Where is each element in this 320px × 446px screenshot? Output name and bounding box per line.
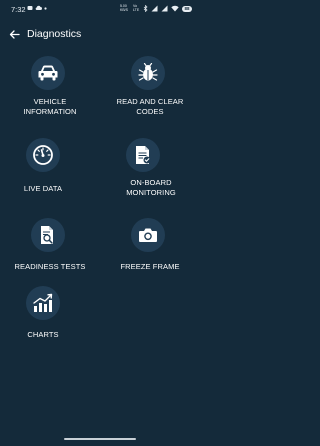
status-bar: 7:32 5.00 KB/S Vo LTE 88: [0, 0, 200, 18]
notification-icon: [27, 6, 33, 10]
tile-label: READINESS TESTS: [2, 262, 98, 272]
camera-icon: [139, 228, 157, 242]
tile-label-line: FREEZE FRAME: [120, 262, 180, 271]
tile-label-line: READ AND CLEAR: [116, 97, 184, 106]
back-arrow-icon: [9, 29, 20, 39]
cloud-icon: [35, 5, 42, 10]
tile-label-line: ON-BOARD: [130, 178, 172, 187]
status-time: 7:32: [11, 5, 26, 14]
car-icon: [38, 65, 58, 81]
tile-on-board-monitoring[interactable]: ON-BOARD MONITORING: [100, 134, 200, 204]
data-speed-icon: 5.00 KB/S: [120, 4, 128, 12]
gauge-icon: [33, 145, 53, 165]
volte-icon: Vo LTE: [133, 4, 140, 12]
tile-vehicle-information[interactable]: VEHICLE INFORMATION: [0, 52, 100, 122]
icon-circle: [26, 138, 60, 172]
tile-label-line: READINESS TESTS: [14, 262, 86, 271]
tile-label: CHARTS: [0, 330, 91, 340]
signal-icon: [151, 5, 158, 12]
tile-label-line: VEHICLE: [33, 97, 67, 106]
tile-label-line: INFORMATION: [23, 107, 77, 116]
tile-readiness-tests[interactable]: READINESS TESTS: [0, 216, 100, 276]
tile-label: VEHICLE INFORMATION: [2, 97, 98, 117]
app-bar: Diagnostics: [0, 22, 200, 48]
tile-live-data[interactable]: LIVE DATA: [0, 134, 100, 204]
wifi-icon: [171, 5, 179, 12]
icon-circle: [126, 138, 160, 172]
tile-label: READ AND CLEAR CODES: [102, 97, 198, 117]
back-button[interactable]: [6, 26, 22, 42]
signal-icon: [161, 5, 168, 12]
tile-label-line: MONITORING: [126, 188, 176, 197]
tile-label: FREEZE FRAME: [102, 262, 198, 272]
tile-label: ON-BOARD MONITORING: [103, 178, 199, 198]
home-indicator[interactable]: [64, 438, 136, 440]
icon-circle: [131, 218, 165, 252]
icon-circle: [31, 218, 65, 252]
tile-freeze-frame[interactable]: FREEZE FRAME: [100, 216, 200, 276]
icon-circle: [26, 286, 60, 320]
status-left-icons: [27, 5, 47, 11]
tile-read-and-clear-codes[interactable]: READ AND CLEAR CODES: [100, 52, 200, 122]
dot-icon: [44, 6, 47, 10]
bar-chart-icon: [33, 293, 53, 312]
tile-label-line: LIVE DATA: [23, 184, 63, 193]
bluetooth-icon: [143, 5, 148, 12]
tile-label-line: CODES: [136, 107, 164, 116]
page-title: Diagnostics: [27, 28, 82, 40]
icon-circle: [31, 56, 65, 90]
icon-circle: [131, 56, 165, 90]
battery-icon: 88: [182, 5, 192, 12]
tile-label: LIVE DATA: [0, 184, 91, 194]
document-search-icon: [41, 226, 53, 244]
bug-icon: [138, 63, 158, 81]
document-check-icon: [136, 146, 151, 164]
tile-label-line: CHARTS: [27, 330, 59, 339]
status-right-icons: 5.00 KB/S Vo LTE 88: [120, 4, 192, 12]
tile-charts[interactable]: CHARTS: [0, 284, 100, 344]
